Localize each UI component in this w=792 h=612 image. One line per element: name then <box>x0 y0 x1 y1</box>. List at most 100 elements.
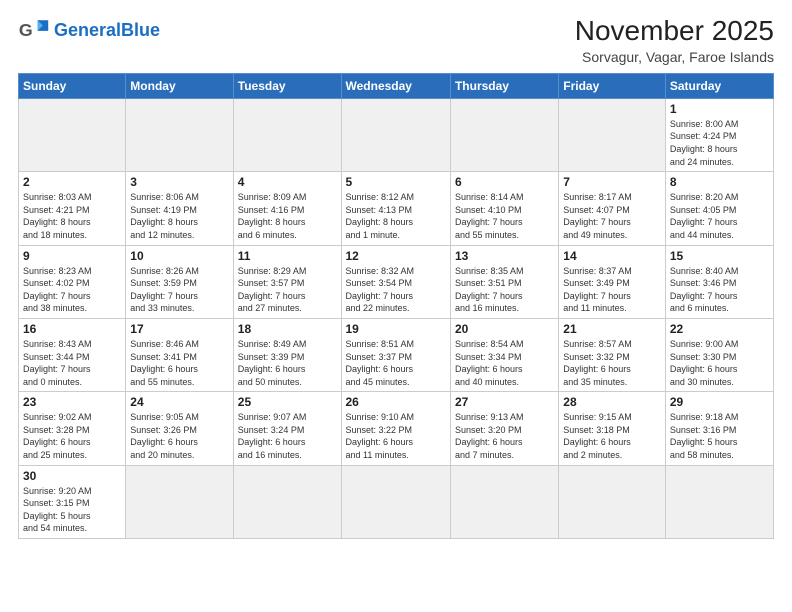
calendar-cell: 23 Sunrise: 9:02 AM Sunset: 3:28 PM Dayli… <box>19 392 126 465</box>
day-number: 28 <box>563 395 661 409</box>
calendar-cell <box>19 98 126 171</box>
day-number: 30 <box>23 469 121 483</box>
day-number: 25 <box>238 395 337 409</box>
weekday-header-friday: Friday <box>559 73 666 98</box>
calendar-week-4: 23 Sunrise: 9:02 AM Sunset: 3:28 PM Dayli… <box>19 392 774 465</box>
calendar-cell: 25 Sunrise: 9:07 AM Sunset: 3:24 PM Dayli… <box>233 392 341 465</box>
day-info: Sunrise: 9:20 AM Sunset: 3:15 PM Dayligh… <box>23 485 121 535</box>
day-number: 12 <box>346 249 446 263</box>
day-number: 2 <box>23 175 121 189</box>
weekday-header-tuesday: Tuesday <box>233 73 341 98</box>
day-info: Sunrise: 9:13 AM Sunset: 3:20 PM Dayligh… <box>455 411 554 461</box>
day-number: 19 <box>346 322 446 336</box>
calendar-cell: 26 Sunrise: 9:10 AM Sunset: 3:22 PM Dayli… <box>341 392 450 465</box>
day-number: 26 <box>346 395 446 409</box>
calendar-cell: 17 Sunrise: 8:46 AM Sunset: 3:41 PM Dayli… <box>126 318 233 391</box>
calendar-cell: 11 Sunrise: 8:29 AM Sunset: 3:57 PM Dayli… <box>233 245 341 318</box>
calendar-cell: 3Sunrise: 8:06 AM Sunset: 4:19 PM Daylig… <box>126 172 233 245</box>
day-info: Sunrise: 8:54 AM Sunset: 3:34 PM Dayligh… <box>455 338 554 388</box>
svg-text:G: G <box>19 20 33 40</box>
day-info: Sunrise: 9:02 AM Sunset: 3:28 PM Dayligh… <box>23 411 121 461</box>
calendar-table: SundayMondayTuesdayWednesdayThursdayFrid… <box>18 73 774 539</box>
day-info: Sunrise: 8:23 AM Sunset: 4:02 PM Dayligh… <box>23 265 121 315</box>
calendar-cell: 22Sunrise: 9:00 AM Sunset: 3:30 PM Dayli… <box>665 318 773 391</box>
calendar-cell <box>665 465 773 538</box>
day-info: Sunrise: 9:07 AM Sunset: 3:24 PM Dayligh… <box>238 411 337 461</box>
calendar-cell <box>559 98 666 171</box>
weekday-header-row: SundayMondayTuesdayWednesdayThursdayFrid… <box>19 73 774 98</box>
calendar-cell: 27 Sunrise: 9:13 AM Sunset: 3:20 PM Dayli… <box>450 392 558 465</box>
day-info: Sunrise: 8:20 AM Sunset: 4:05 PM Dayligh… <box>670 191 769 241</box>
calendar-cell: 14 Sunrise: 8:37 AM Sunset: 3:49 PM Dayli… <box>559 245 666 318</box>
calendar-cell: 24 Sunrise: 9:05 AM Sunset: 3:26 PM Dayli… <box>126 392 233 465</box>
day-info: Sunrise: 8:57 AM Sunset: 3:32 PM Dayligh… <box>563 338 661 388</box>
calendar-cell <box>341 465 450 538</box>
day-number: 20 <box>455 322 554 336</box>
calendar-cell <box>233 98 341 171</box>
day-number: 11 <box>238 249 337 263</box>
logo-text: GeneralBlue <box>54 21 160 39</box>
logo: G GeneralBlue <box>18 16 160 44</box>
day-number: 6 <box>455 175 554 189</box>
calendar-cell: 28 Sunrise: 9:15 AM Sunset: 3:18 PM Dayli… <box>559 392 666 465</box>
calendar-week-3: 16 Sunrise: 8:43 AM Sunset: 3:44 PM Dayli… <box>19 318 774 391</box>
weekday-header-thursday: Thursday <box>450 73 558 98</box>
day-info: Sunrise: 8:26 AM Sunset: 3:59 PM Dayligh… <box>130 265 228 315</box>
title-block: November 2025 Sorvagur, Vagar, Faroe Isl… <box>575 16 774 65</box>
calendar-cell: 30 Sunrise: 9:20 AM Sunset: 3:15 PM Dayli… <box>19 465 126 538</box>
day-info: Sunrise: 8:12 AM Sunset: 4:13 PM Dayligh… <box>346 191 446 241</box>
day-info: Sunrise: 8:06 AM Sunset: 4:19 PM Dayligh… <box>130 191 228 241</box>
logo-general: General <box>54 20 121 40</box>
calendar-cell: 12 Sunrise: 8:32 AM Sunset: 3:54 PM Dayli… <box>341 245 450 318</box>
weekday-header-sunday: Sunday <box>19 73 126 98</box>
calendar-cell: 19 Sunrise: 8:51 AM Sunset: 3:37 PM Dayli… <box>341 318 450 391</box>
day-info: Sunrise: 9:18 AM Sunset: 3:16 PM Dayligh… <box>670 411 769 461</box>
calendar-cell: 2 Sunrise: 8:03 AM Sunset: 4:21 PM Daylig… <box>19 172 126 245</box>
calendar-cell <box>126 98 233 171</box>
day-info: Sunrise: 8:43 AM Sunset: 3:44 PM Dayligh… <box>23 338 121 388</box>
header: G GeneralBlue November 2025 Sorvagur, Va… <box>18 16 774 65</box>
calendar-cell: 1Sunrise: 8:00 AM Sunset: 4:24 PM Daylig… <box>665 98 773 171</box>
day-number: 16 <box>23 322 121 336</box>
calendar-cell <box>559 465 666 538</box>
day-info: Sunrise: 8:09 AM Sunset: 4:16 PM Dayligh… <box>238 191 337 241</box>
day-number: 23 <box>23 395 121 409</box>
calendar-cell: 9 Sunrise: 8:23 AM Sunset: 4:02 PM Daylig… <box>19 245 126 318</box>
day-info: Sunrise: 8:51 AM Sunset: 3:37 PM Dayligh… <box>346 338 446 388</box>
day-info: Sunrise: 8:14 AM Sunset: 4:10 PM Dayligh… <box>455 191 554 241</box>
day-info: Sunrise: 9:15 AM Sunset: 3:18 PM Dayligh… <box>563 411 661 461</box>
day-number: 27 <box>455 395 554 409</box>
calendar-week-0: 1Sunrise: 8:00 AM Sunset: 4:24 PM Daylig… <box>19 98 774 171</box>
day-info: Sunrise: 8:03 AM Sunset: 4:21 PM Dayligh… <box>23 191 121 241</box>
day-number: 13 <box>455 249 554 263</box>
calendar-week-5: 30 Sunrise: 9:20 AM Sunset: 3:15 PM Dayli… <box>19 465 774 538</box>
calendar-cell <box>126 465 233 538</box>
day-number: 15 <box>670 249 769 263</box>
day-info: Sunrise: 8:35 AM Sunset: 3:51 PM Dayligh… <box>455 265 554 315</box>
day-info: Sunrise: 8:32 AM Sunset: 3:54 PM Dayligh… <box>346 265 446 315</box>
day-info: Sunrise: 9:10 AM Sunset: 3:22 PM Dayligh… <box>346 411 446 461</box>
day-number: 7 <box>563 175 661 189</box>
day-info: Sunrise: 8:29 AM Sunset: 3:57 PM Dayligh… <box>238 265 337 315</box>
weekday-header-saturday: Saturday <box>665 73 773 98</box>
day-info: Sunrise: 8:46 AM Sunset: 3:41 PM Dayligh… <box>130 338 228 388</box>
calendar-cell: 6 Sunrise: 8:14 AM Sunset: 4:10 PM Daylig… <box>450 172 558 245</box>
calendar-cell: 21 Sunrise: 8:57 AM Sunset: 3:32 PM Dayli… <box>559 318 666 391</box>
day-number: 21 <box>563 322 661 336</box>
day-info: Sunrise: 9:05 AM Sunset: 3:26 PM Dayligh… <box>130 411 228 461</box>
day-number: 24 <box>130 395 228 409</box>
month-title: November 2025 <box>575 16 774 47</box>
weekday-header-monday: Monday <box>126 73 233 98</box>
calendar-cell <box>450 98 558 171</box>
day-number: 14 <box>563 249 661 263</box>
day-info: Sunrise: 8:37 AM Sunset: 3:49 PM Dayligh… <box>563 265 661 315</box>
day-number: 17 <box>130 322 228 336</box>
day-number: 1 <box>670 102 769 116</box>
calendar-cell: 13 Sunrise: 8:35 AM Sunset: 3:51 PM Dayli… <box>450 245 558 318</box>
day-number: 5 <box>346 175 446 189</box>
day-info: Sunrise: 9:00 AM Sunset: 3:30 PM Dayligh… <box>670 338 769 388</box>
day-number: 9 <box>23 249 121 263</box>
day-info: Sunrise: 8:17 AM Sunset: 4:07 PM Dayligh… <box>563 191 661 241</box>
day-number: 18 <box>238 322 337 336</box>
calendar-cell: 15Sunrise: 8:40 AM Sunset: 3:46 PM Dayli… <box>665 245 773 318</box>
